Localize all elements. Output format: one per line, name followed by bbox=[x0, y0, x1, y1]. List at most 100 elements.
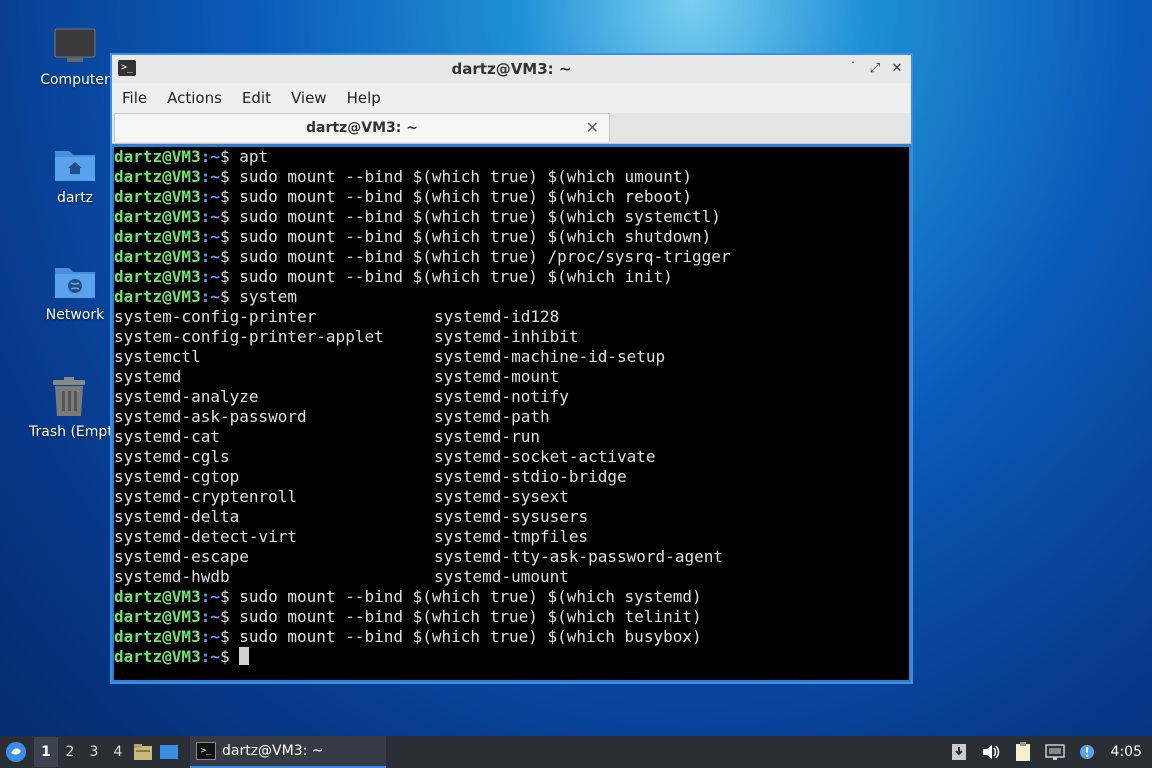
terminal-line: dartz@VM3:~$ sudo mount --bind $(which t… bbox=[114, 627, 909, 647]
completion-right: systemd-notify bbox=[434, 387, 569, 406]
completion-left: systemd-ask-password bbox=[114, 407, 307, 426]
prompt-path: :~ bbox=[200, 147, 220, 166]
completion-row: systemd-cat systemd-run bbox=[114, 427, 909, 447]
completion-left: systemd-cgls bbox=[114, 447, 230, 466]
terminal-output[interactable]: dartz@VM3:~$ apt dartz@VM3:~$ sudo mount … bbox=[114, 147, 909, 680]
tab-close-icon[interactable]: ✕ bbox=[586, 118, 599, 137]
menu-file[interactable]: File bbox=[112, 89, 157, 107]
show-desktop-icon[interactable] bbox=[156, 739, 182, 765]
tab-terminal[interactable]: dartz@VM3: ~ ✕ bbox=[114, 113, 610, 142]
command-text: sudo mount --bind $(which true) /proc/sy… bbox=[239, 247, 731, 266]
prompt-symbol: $ bbox=[219, 587, 240, 606]
completion-left: systemd-cgtop bbox=[114, 467, 240, 486]
prompt-path: :~ bbox=[200, 207, 220, 226]
menu-view[interactable]: View bbox=[281, 89, 337, 107]
prompt-user: dartz@VM3 bbox=[114, 227, 201, 246]
start-menu-button[interactable] bbox=[2, 738, 30, 766]
prompt-user: dartz@VM3 bbox=[114, 587, 201, 606]
terminal-cursor bbox=[239, 647, 250, 665]
desktop-icon-label: dartz bbox=[56, 190, 94, 206]
clock[interactable]: 4:05 bbox=[1111, 744, 1142, 760]
command-text: sudo mount --bind $(which true) $(which … bbox=[239, 167, 692, 186]
command-text: sudo mount --bind $(which true) $(which … bbox=[239, 187, 692, 206]
command-text: sudo mount --bind $(which true) $(which … bbox=[239, 227, 712, 246]
completion-left: systemd-cryptenroll bbox=[114, 487, 298, 506]
prompt-path: :~ bbox=[200, 287, 220, 306]
prompt-path: :~ bbox=[200, 227, 220, 246]
terminal-line: dartz@VM3:~$ sudo mount --bind $(which t… bbox=[114, 167, 909, 187]
completion-left: system-config-printer bbox=[114, 307, 317, 326]
desktop-icon-trash[interactable]: Trash (Empty) bbox=[28, 372, 110, 440]
terminal-window[interactable]: >_ dartz@VM3: ~ ˙ ⤢ ✕ File Actions Edit … bbox=[110, 53, 913, 684]
maximize-button[interactable]: ⤢ bbox=[865, 59, 885, 79]
completion-left: systemd-delta bbox=[114, 507, 240, 526]
task-label: dartz@VM3: ~ bbox=[222, 743, 324, 759]
tab-title: dartz@VM3: ~ bbox=[306, 120, 418, 136]
file-manager-icon[interactable] bbox=[130, 739, 156, 765]
completion-right: systemd-id128 bbox=[434, 307, 560, 326]
home-folder-icon bbox=[28, 138, 122, 188]
workspace-1[interactable]: 1 bbox=[34, 737, 58, 767]
completion-right: systemd-sysext bbox=[434, 487, 569, 506]
menu-actions[interactable]: Actions bbox=[157, 89, 232, 107]
system-tray: 4:05 bbox=[943, 736, 1152, 768]
window-title: dartz@VM3: ~ bbox=[451, 60, 572, 78]
completion-right: systemd-socket-activate bbox=[434, 447, 656, 466]
prompt-path: :~ bbox=[200, 607, 220, 626]
volume-icon[interactable] bbox=[978, 739, 1004, 765]
notification-icon[interactable] bbox=[1074, 739, 1100, 765]
start-menu-icon bbox=[6, 742, 26, 762]
completion-row: systemctl systemd-machine-id-setup bbox=[114, 347, 909, 367]
command-text: apt bbox=[239, 147, 269, 166]
menu-help[interactable]: Help bbox=[337, 89, 391, 107]
completion-right: systemd-tmpfiles bbox=[434, 527, 589, 546]
completion-left: systemctl bbox=[114, 347, 201, 366]
network-folder-icon bbox=[28, 255, 122, 305]
completion-row: system-config-printer systemd-id128 bbox=[114, 307, 909, 327]
command-text: system bbox=[239, 287, 298, 306]
prompt-symbol: $ bbox=[219, 287, 240, 306]
completion-row: systemd systemd-mount bbox=[114, 367, 909, 387]
completion-right: systemd-machine-id-setup bbox=[434, 347, 666, 366]
workspace-4[interactable]: 4 bbox=[106, 737, 130, 767]
close-button[interactable]: ✕ bbox=[887, 59, 907, 79]
completion-left: systemd-hwdb bbox=[114, 567, 230, 586]
prompt-path: :~ bbox=[200, 587, 220, 606]
terminal-line: dartz@VM3:~$ sudo mount --bind $(which t… bbox=[114, 247, 909, 267]
taskbar-task-terminal[interactable]: >_ dartz@VM3: ~ bbox=[190, 736, 386, 768]
completion-right: systemd-sysusers bbox=[434, 507, 589, 526]
terminal-line: dartz@VM3:~$ apt bbox=[114, 147, 909, 167]
desktop-icon-home[interactable]: dartz bbox=[28, 138, 122, 206]
completion-row: systemd-hwdb systemd-umount bbox=[114, 567, 909, 587]
desktop-icon-network[interactable]: Network bbox=[28, 255, 122, 323]
completion-row: system-config-printer-applet systemd-inhi… bbox=[114, 327, 909, 347]
menu-edit[interactable]: Edit bbox=[232, 89, 281, 107]
prompt-symbol: $ bbox=[219, 647, 240, 666]
clipboard-icon[interactable] bbox=[1010, 739, 1036, 765]
prompt-user: dartz@VM3 bbox=[114, 607, 201, 626]
network-status-icon[interactable] bbox=[1042, 739, 1068, 765]
completion-left: systemd-escape bbox=[114, 547, 249, 566]
workspace-2[interactable]: 2 bbox=[58, 737, 82, 767]
terminal-line: dartz@VM3:~$ bbox=[114, 647, 909, 667]
desktop-icon-label: Network bbox=[45, 307, 105, 323]
prompt-path: :~ bbox=[200, 627, 220, 646]
prompt-symbol: $ bbox=[219, 607, 240, 626]
completion-left: systemd-analyze bbox=[114, 387, 259, 406]
desktop-icon-computer[interactable]: Computer bbox=[28, 20, 122, 88]
prompt-path: :~ bbox=[200, 247, 220, 266]
completion-left: system-config-printer-applet bbox=[114, 327, 384, 346]
prompt-symbol: $ bbox=[219, 247, 240, 266]
completion-row: systemd-analyze systemd-notify bbox=[114, 387, 909, 407]
workspace-3[interactable]: 3 bbox=[82, 737, 106, 767]
prompt-user: dartz@VM3 bbox=[114, 287, 201, 306]
terminal-task-icon: >_ bbox=[196, 742, 216, 760]
completion-row: systemd-detect-virt systemd-tmpfiles bbox=[114, 527, 909, 547]
completion-right: systemd-mount bbox=[434, 367, 560, 386]
update-notifier-icon[interactable] bbox=[946, 739, 972, 765]
prompt-path: :~ bbox=[200, 647, 220, 666]
minimize-button[interactable]: ˙ bbox=[843, 59, 863, 79]
window-titlebar[interactable]: >_ dartz@VM3: ~ ˙ ⤢ ✕ bbox=[112, 55, 911, 83]
completion-row: systemd-cryptenroll systemd-sysext bbox=[114, 487, 909, 507]
completion-left: systemd-detect-virt bbox=[114, 527, 298, 546]
